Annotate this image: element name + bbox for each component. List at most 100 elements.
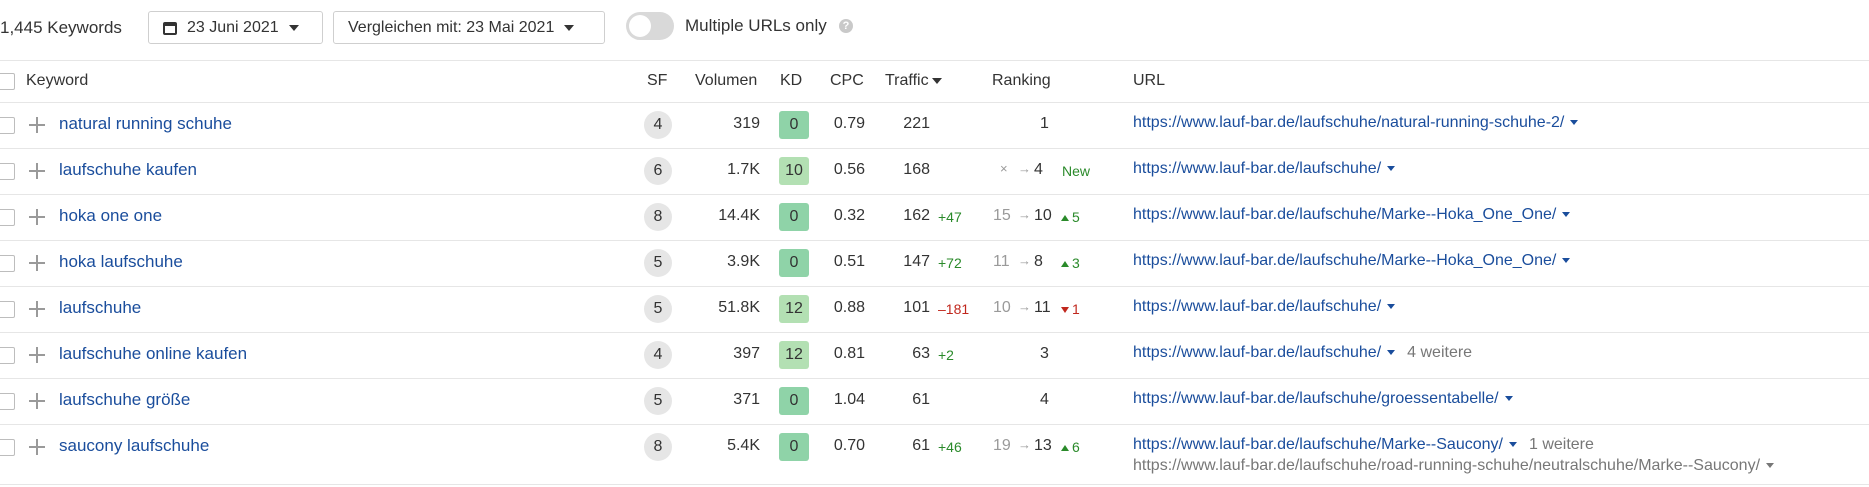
row-checkbox[interactable] (0, 163, 15, 180)
sf-badge[interactable]: 4 (644, 111, 672, 139)
more-urls[interactable]: 4 weitere (1407, 344, 1472, 361)
volume-value: 3.9K (727, 253, 760, 270)
url-link[interactable]: https://www.lauf-bar.de/laufschuhe/ (1133, 160, 1381, 177)
chevron-down-icon[interactable] (1504, 396, 1513, 402)
keyword-link[interactable]: saucony laufschuhe (59, 436, 209, 456)
url-link[interactable]: https://www.lauf-bar.de/laufschuhe/natur… (1133, 114, 1564, 131)
kd-badge: 12 (779, 341, 809, 369)
sf-badge[interactable]: 5 (644, 249, 672, 277)
row-checkbox[interactable] (0, 255, 15, 272)
traffic-value: 162 (903, 207, 930, 224)
rank-delta: 1 (1061, 301, 1080, 317)
row-checkbox[interactable] (0, 439, 15, 456)
rank-previous: 19 (993, 437, 1011, 454)
rank-current: 4 (1040, 391, 1049, 408)
plus-icon[interactable] (29, 117, 45, 133)
keyword-link[interactable]: hoka laufschuhe (59, 252, 183, 272)
keyword-link[interactable]: laufschuhe online kaufen (59, 344, 247, 364)
keyword-link[interactable]: laufschuhe kaufen (59, 160, 197, 180)
keyword-link[interactable]: hoka one one (59, 206, 162, 226)
chevron-down-icon[interactable] (1508, 442, 1517, 448)
cpc-value: 0.88 (833, 299, 865, 316)
col-kd[interactable]: KD (780, 72, 802, 90)
volume-value: 371 (733, 391, 760, 408)
chevron-down-icon (564, 24, 575, 31)
plus-icon[interactable] (29, 347, 45, 363)
compare-date-button[interactable]: Vergleichen mit: 23 Mai 2021 (333, 11, 605, 44)
row-checkbox[interactable] (0, 393, 15, 410)
cpc-value: 0.32 (833, 207, 865, 224)
url-cell: https://www.lauf-bar.de/laufschuhe/ (1133, 298, 1396, 316)
keyword-link[interactable]: laufschuhe größe (59, 390, 190, 410)
sf-badge[interactable]: 8 (644, 203, 672, 231)
cpc-value: 0.79 (833, 115, 865, 132)
col-ranking[interactable]: Ranking (992, 72, 1051, 90)
more-urls[interactable]: 1 weitere (1529, 436, 1594, 453)
chevron-down-icon[interactable] (1562, 258, 1571, 264)
triangle-up-icon (1061, 215, 1069, 221)
col-volume[interactable]: Volumen (695, 72, 757, 90)
plus-icon[interactable] (29, 301, 45, 317)
table-header: Keyword SF Volumen KD CPC Traffic Rankin… (0, 60, 1869, 102)
plus-icon[interactable] (29, 439, 45, 455)
volume-value: 397 (733, 345, 760, 362)
sf-badge[interactable]: 8 (644, 433, 672, 461)
col-keyword[interactable]: Keyword (26, 72, 88, 90)
url-link[interactable]: https://www.lauf-bar.de/laufschuhe/Marke… (1133, 252, 1556, 269)
chevron-down-icon (288, 24, 299, 31)
cpc-value: 0.70 (833, 437, 865, 454)
chevron-down-icon[interactable] (1562, 212, 1571, 218)
traffic-value: 147 (903, 253, 930, 270)
plus-icon[interactable] (29, 255, 45, 271)
traffic-value: 221 (903, 115, 930, 132)
row-checkbox[interactable] (0, 117, 15, 134)
plus-icon[interactable] (29, 209, 45, 225)
chevron-down-icon[interactable] (1387, 166, 1396, 172)
sf-badge[interactable]: 4 (644, 341, 672, 369)
triangle-up-icon (1061, 445, 1069, 451)
row-checkbox[interactable] (0, 301, 15, 318)
plus-icon[interactable] (29, 163, 45, 179)
multiple-urls-label: Multiple URLs only (685, 16, 827, 35)
rank-delta-value: 1 (1072, 301, 1080, 317)
plus-icon[interactable] (29, 393, 45, 409)
kd-badge: 0 (779, 249, 809, 277)
url-link-secondary[interactable]: https://www.lauf-bar.de/laufschuhe/road-… (1133, 457, 1760, 474)
kd-badge: 0 (779, 433, 809, 461)
chevron-down-icon[interactable] (1387, 350, 1396, 356)
arrow-right-icon: → (1018, 299, 1031, 314)
col-cpc[interactable]: CPC (830, 72, 864, 90)
row-checkbox[interactable] (0, 347, 15, 364)
select-all-checkbox[interactable] (0, 73, 15, 90)
table-row: hoka one one 8 14.4K 0 0.32 162 +47 15 → 10 5 https… (0, 194, 1869, 240)
url-link[interactable]: https://www.lauf-bar.de/laufschuhe/Marke… (1133, 436, 1503, 453)
sf-badge[interactable]: 5 (644, 387, 672, 415)
url-link[interactable]: https://www.lauf-bar.de/laufschuhe/Marke… (1133, 206, 1556, 223)
chevron-down-icon[interactable] (1766, 463, 1775, 469)
col-sf[interactable]: SF (647, 72, 667, 90)
volume-value: 14.4K (718, 207, 760, 224)
multiple-urls-toggle[interactable] (626, 12, 674, 40)
arrow-right-icon: → (1018, 207, 1031, 222)
triangle-down-icon (1061, 307, 1069, 313)
sf-badge[interactable]: 5 (644, 295, 672, 323)
traffic-value: 101 (903, 299, 930, 316)
compare-label: Vergleichen mit: 23 Mai 2021 (348, 18, 555, 36)
url-link[interactable]: https://www.lauf-bar.de/laufschuhe/groes… (1133, 390, 1499, 407)
url-cell: https://www.lauf-bar.de/laufschuhe/Marke… (1133, 436, 1594, 454)
url-link[interactable]: https://www.lauf-bar.de/laufschuhe/ (1133, 344, 1381, 361)
col-url[interactable]: URL (1133, 72, 1165, 90)
chevron-down-icon[interactable] (1570, 120, 1579, 126)
url-link[interactable]: https://www.lauf-bar.de/laufschuhe/ (1133, 298, 1381, 315)
traffic-change: +46 (938, 439, 962, 455)
keyword-link[interactable]: natural running schuhe (59, 114, 232, 134)
rank-current: 11 (1034, 299, 1051, 316)
sf-badge[interactable]: 6 (644, 157, 672, 185)
kd-badge: 10 (779, 157, 809, 185)
col-traffic[interactable]: Traffic (885, 72, 942, 90)
row-checkbox[interactable] (0, 209, 15, 226)
date-picker-button[interactable]: 23 Juni 2021 (148, 11, 323, 44)
help-icon[interactable]: ? (839, 19, 853, 33)
chevron-down-icon[interactable] (1387, 304, 1396, 310)
keyword-link[interactable]: laufschuhe (59, 298, 141, 318)
